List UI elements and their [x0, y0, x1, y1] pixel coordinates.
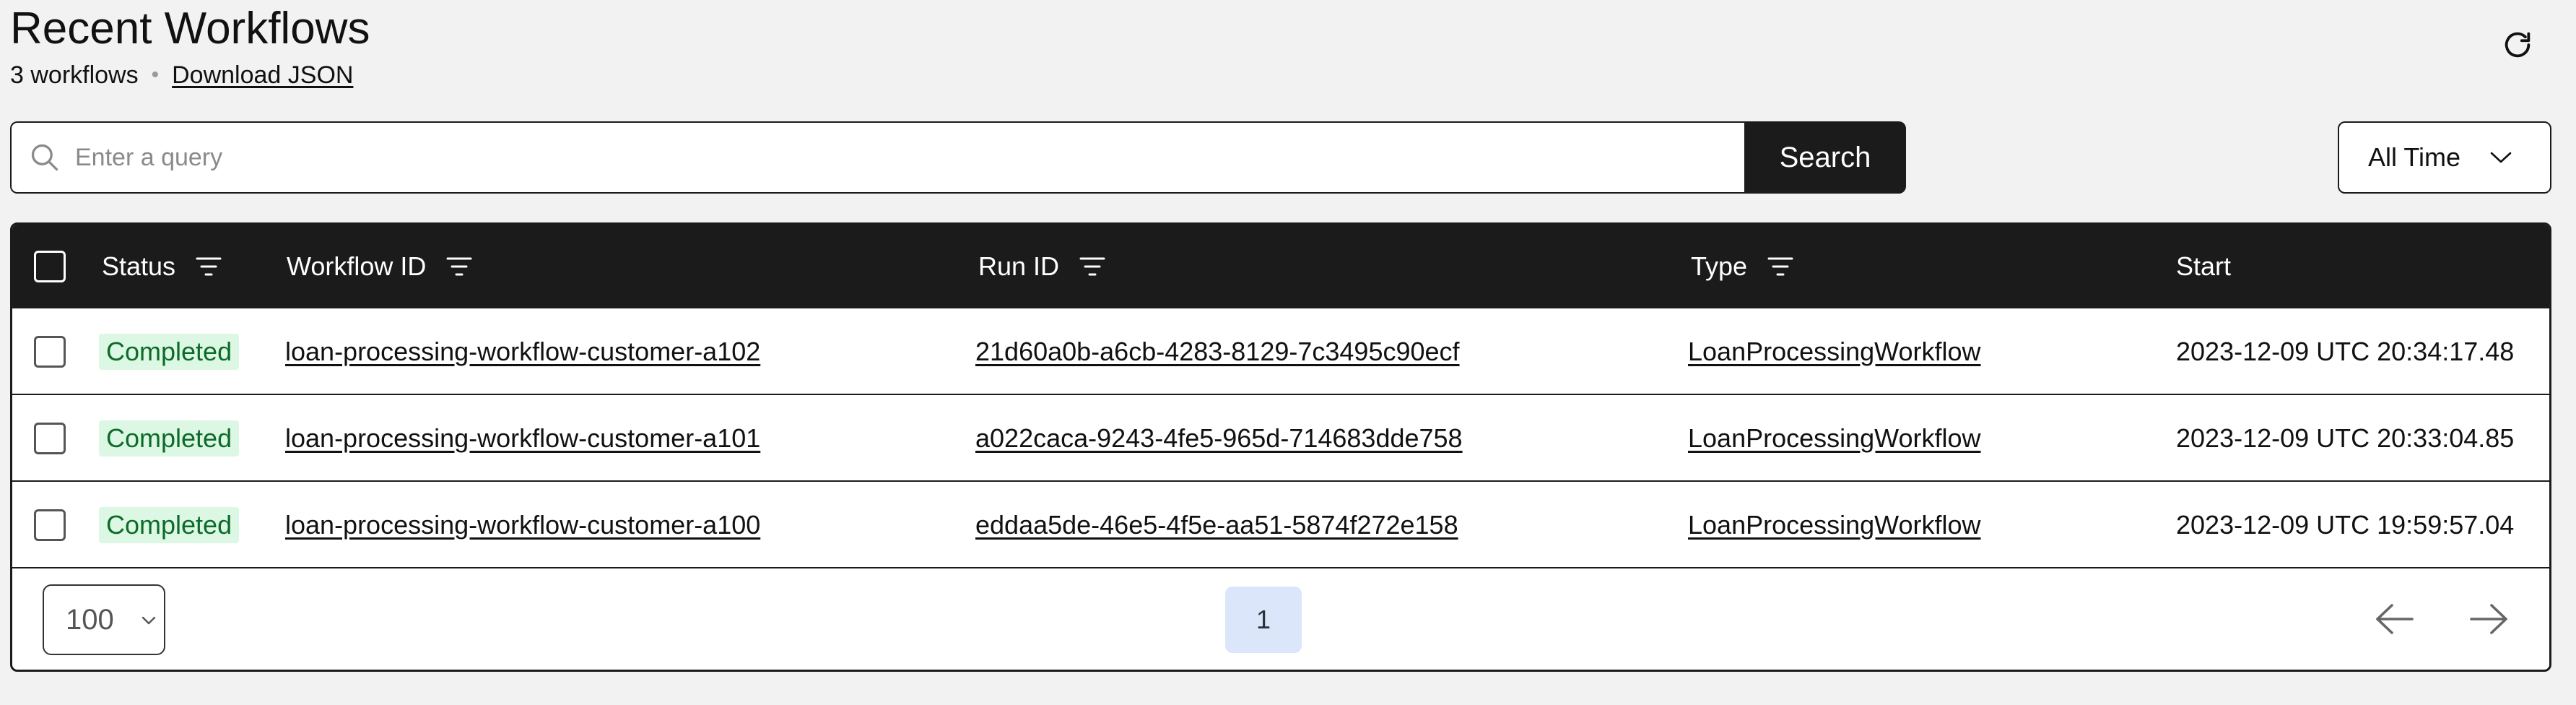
- arrow-left-icon: [2376, 604, 2414, 634]
- start-time: 2023-12-09 UTC 20:34:17.48: [2176, 337, 2515, 366]
- status-badge: Completed: [99, 420, 240, 457]
- arrow-right-icon: [2470, 604, 2507, 634]
- page-button-current[interactable]: 1: [1225, 587, 1302, 653]
- status-badge: Completed: [99, 334, 240, 370]
- status-cell: Completed: [99, 395, 240, 482]
- column-workflow-id: Workflow ID: [287, 225, 474, 308]
- column-workflow-id-label: Workflow ID: [287, 251, 427, 281]
- column-status-label: Status: [102, 251, 176, 281]
- time-range-select[interactable]: All Time: [2338, 121, 2551, 194]
- run-id-cell: a022caca-9243-4fe5-965d-714683dde758: [975, 395, 1463, 482]
- page-title: Recent Workflows: [10, 4, 370, 53]
- workflow-summary: 3 workflows • Download JSON: [10, 59, 353, 91]
- type-cell: LoanProcessingWorkflow: [1688, 395, 1981, 482]
- start-cell: 2023-12-09 UTC 19:59:57.04: [2176, 482, 2514, 568]
- start-time: 2023-12-09 UTC 20:33:04.85: [2176, 423, 2515, 453]
- filter-icon: [1767, 257, 1793, 276]
- select-all-cell: [34, 225, 66, 308]
- page-size-select[interactable]: 100: [43, 584, 165, 655]
- table-row[interactable]: Completed loan-processing-workflow-custo…: [12, 308, 2549, 395]
- refresh-icon: [2505, 32, 2531, 58]
- run-id-cell: 21d60a0b-a6cb-4283-8129-7c3495c90ecf: [975, 308, 1460, 395]
- chevron-down-icon: [142, 616, 156, 625]
- status-cell: Completed: [99, 482, 240, 568]
- table-row[interactable]: Completed loan-processing-workflow-custo…: [12, 395, 2549, 482]
- previous-page-button[interactable]: [2373, 599, 2416, 639]
- select-all-checkbox[interactable]: [34, 251, 66, 282]
- table-row[interactable]: Completed loan-processing-workflow-custo…: [12, 482, 2549, 568]
- page: Recent Workflows 3 workflows • Download …: [0, 0, 2576, 705]
- time-range-value: All Time: [2368, 142, 2461, 172]
- type-filter-button[interactable]: [1766, 254, 1795, 279]
- next-page-button[interactable]: [2467, 599, 2510, 639]
- start-cell: 2023-12-09 UTC 20:34:17.48: [2176, 308, 2514, 395]
- separator-dot: •: [151, 63, 160, 87]
- search-input[interactable]: [75, 143, 1744, 172]
- row-select-cell: [34, 395, 66, 482]
- column-run-id: Run ID: [978, 225, 1107, 308]
- row-select-cell: [34, 482, 66, 568]
- row-select-cell: [34, 308, 66, 395]
- type-link[interactable]: LoanProcessingWorkflow: [1688, 337, 1981, 367]
- search-bar: Search: [10, 121, 1906, 194]
- type-link[interactable]: LoanProcessingWorkflow: [1688, 510, 1981, 540]
- refresh-button[interactable]: [2499, 27, 2536, 63]
- column-status: Status: [102, 225, 223, 308]
- workflow-id-filter-button[interactable]: [445, 254, 474, 279]
- status-cell: Completed: [99, 308, 240, 395]
- filter-icon: [196, 257, 222, 276]
- start-time: 2023-12-09 UTC 19:59:57.04: [2176, 510, 2515, 540]
- filter-icon: [1079, 257, 1105, 276]
- pagination-bar: 100 1: [12, 568, 2549, 670]
- column-run-id-label: Run ID: [978, 251, 1060, 281]
- column-start-label: Start: [2176, 251, 2232, 281]
- workflow-id-cell: loan-processing-workflow-customer-a100: [285, 482, 760, 568]
- table-header: Status Workflow ID Run ID Type Start: [12, 225, 2549, 308]
- workflow-id-link[interactable]: loan-processing-workflow-customer-a100: [285, 510, 760, 540]
- workflows-table: Status Workflow ID Run ID Type Start Com…: [10, 222, 2551, 672]
- run-id-filter-button[interactable]: [1078, 254, 1107, 279]
- column-start: Start: [2176, 225, 2231, 308]
- search-button[interactable]: Search: [1744, 121, 1906, 194]
- type-link[interactable]: LoanProcessingWorkflow: [1688, 423, 1981, 454]
- status-filter-button[interactable]: [194, 254, 223, 279]
- run-id-link[interactable]: a022caca-9243-4fe5-965d-714683dde758: [975, 423, 1463, 454]
- status-badge: Completed: [99, 507, 240, 543]
- row-checkbox[interactable]: [34, 509, 66, 541]
- workflow-id-cell: loan-processing-workflow-customer-a102: [285, 308, 760, 395]
- download-json-link[interactable]: Download JSON: [172, 59, 353, 91]
- start-cell: 2023-12-09 UTC 20:33:04.85: [2176, 395, 2514, 482]
- type-cell: LoanProcessingWorkflow: [1688, 308, 1981, 395]
- workflow-id-cell: loan-processing-workflow-customer-a101: [285, 395, 760, 482]
- row-checkbox[interactable]: [34, 423, 66, 454]
- column-type: Type: [1691, 225, 1795, 308]
- search-field[interactable]: [10, 121, 1744, 194]
- run-id-link[interactable]: 21d60a0b-a6cb-4283-8129-7c3495c90ecf: [975, 337, 1460, 367]
- workflow-id-link[interactable]: loan-processing-workflow-customer-a102: [285, 337, 760, 367]
- row-checkbox[interactable]: [34, 336, 66, 368]
- chevron-down-icon: [2490, 152, 2512, 163]
- workflow-id-link[interactable]: loan-processing-workflow-customer-a101: [285, 423, 760, 454]
- workflow-count: 3 workflows: [10, 61, 139, 89]
- column-type-label: Type: [1691, 251, 1748, 281]
- page-size-value: 100: [66, 603, 114, 636]
- run-id-link[interactable]: eddaa5de-46e5-4f5e-aa51-5874f272e158: [975, 510, 1458, 540]
- search-icon: [31, 144, 58, 171]
- run-id-cell: eddaa5de-46e5-4f5e-aa51-5874f272e158: [975, 482, 1458, 568]
- type-cell: LoanProcessingWorkflow: [1688, 482, 1981, 568]
- filter-icon: [446, 257, 472, 276]
